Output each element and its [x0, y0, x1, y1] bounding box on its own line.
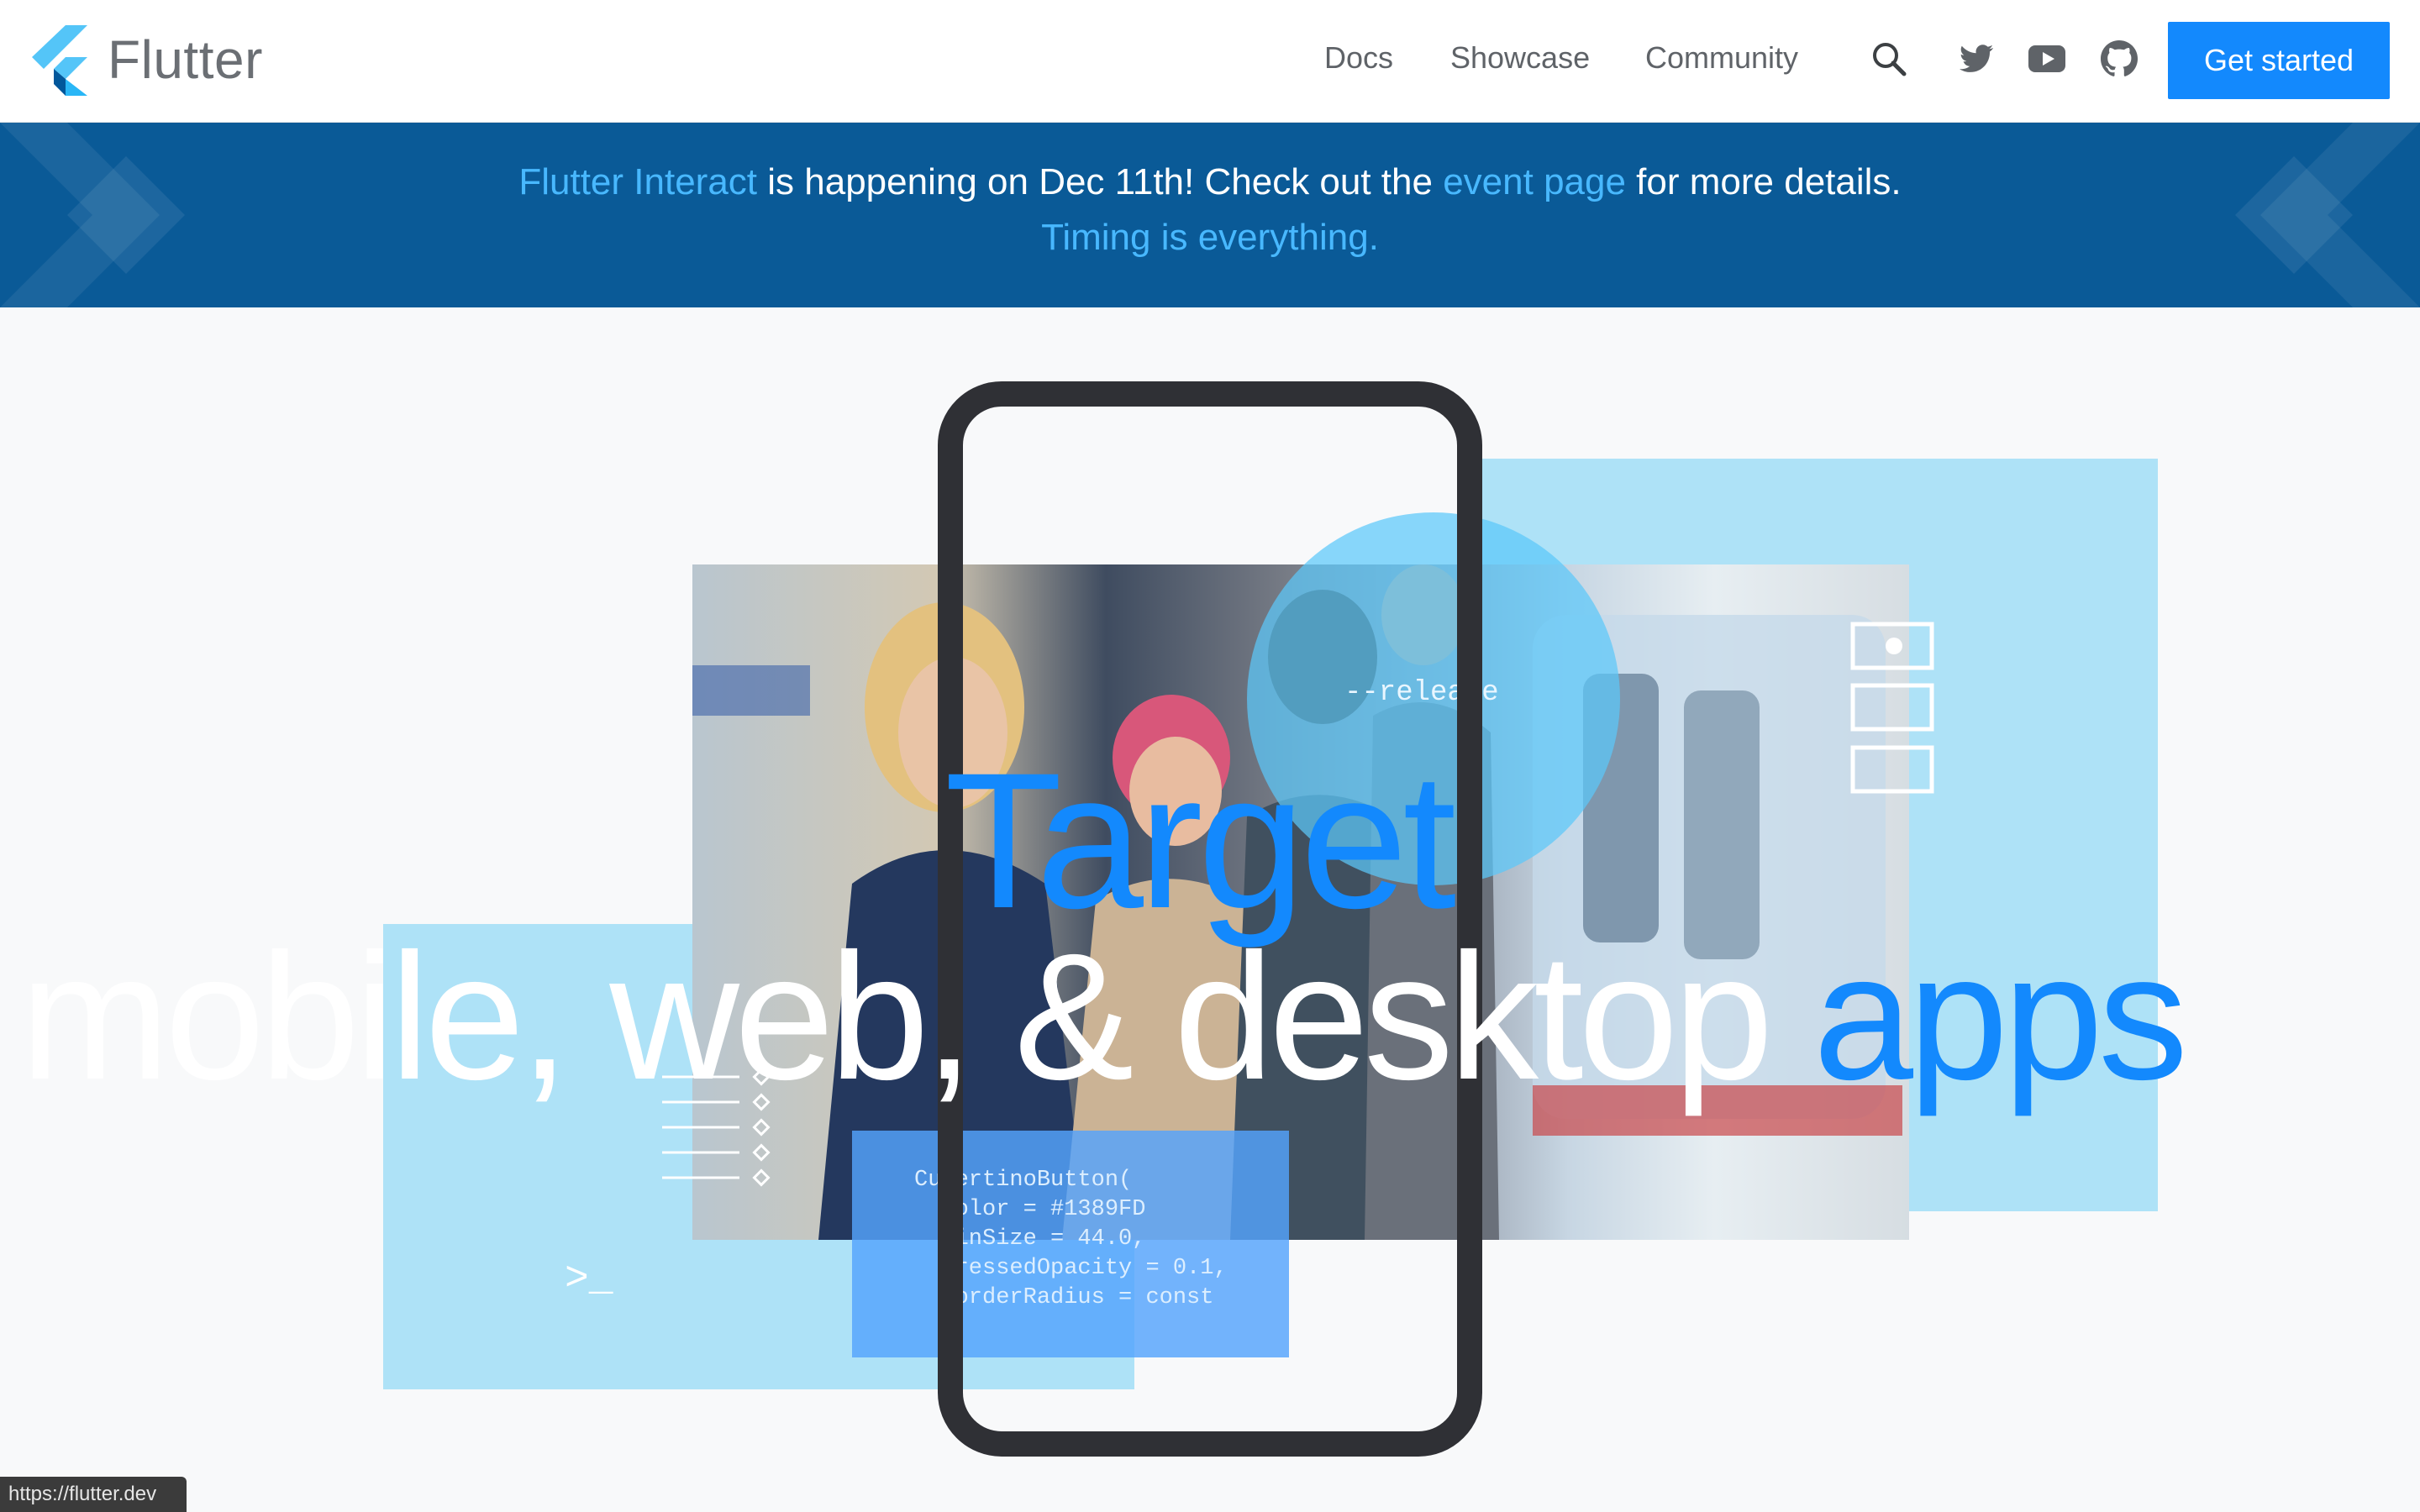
banner-message: Flutter Interact is happening on Dec 11t… — [0, 161, 2420, 203]
top-navigation-bar: Flutter Docs Showcase Community Get star… — [0, 0, 2420, 123]
banner-chevron-decoration-right — [2235, 123, 2420, 307]
twitter-icon[interactable] — [1956, 39, 1996, 79]
github-icon[interactable] — [2099, 39, 2139, 79]
widget-list-icon — [1850, 622, 1934, 794]
hero-headline-main: mobile, web, & desktop apps — [20, 927, 2188, 1107]
nav-showcase-link[interactable]: Showcase — [1450, 40, 1590, 76]
hero-headline-platforms: mobile, web, & desktop — [20, 916, 1813, 1117]
banner-chevron-decoration-left — [0, 123, 185, 307]
banner-text-middle: is happening on Dec 11th! Check out the — [757, 161, 1444, 202]
timing-link[interactable]: Timing is everything. — [1041, 217, 1379, 258]
get-started-button[interactable]: Get started — [2168, 22, 2390, 99]
flutter-interact-link[interactable]: Flutter Interact — [518, 161, 757, 202]
banner-timing-line: Timing is everything. — [0, 217, 2420, 259]
hero-headline-target: Target — [944, 732, 1456, 948]
terminal-prompt-icon: >_ — [565, 1257, 613, 1302]
brand-name[interactable]: Flutter — [108, 29, 263, 91]
youtube-icon[interactable] — [2027, 39, 2067, 79]
search-icon[interactable] — [1869, 39, 1909, 79]
flutter-logo-icon[interactable] — [29, 25, 87, 96]
event-page-link[interactable]: event page — [1443, 161, 1626, 202]
banner-text-end: for more details. — [1625, 161, 1902, 202]
nav-community-link[interactable]: Community — [1645, 40, 1798, 76]
announcement-banner: Flutter Interact is happening on Dec 11t… — [0, 123, 2420, 307]
hero-headline-apps: apps — [1812, 916, 2188, 1117]
link-status-bar: https://flutter.dev — [0, 1477, 187, 1512]
nav-docs-link[interactable]: Docs — [1324, 40, 1393, 76]
hero-section: --release CupertinoButton( color = #1389… — [0, 307, 2420, 1512]
